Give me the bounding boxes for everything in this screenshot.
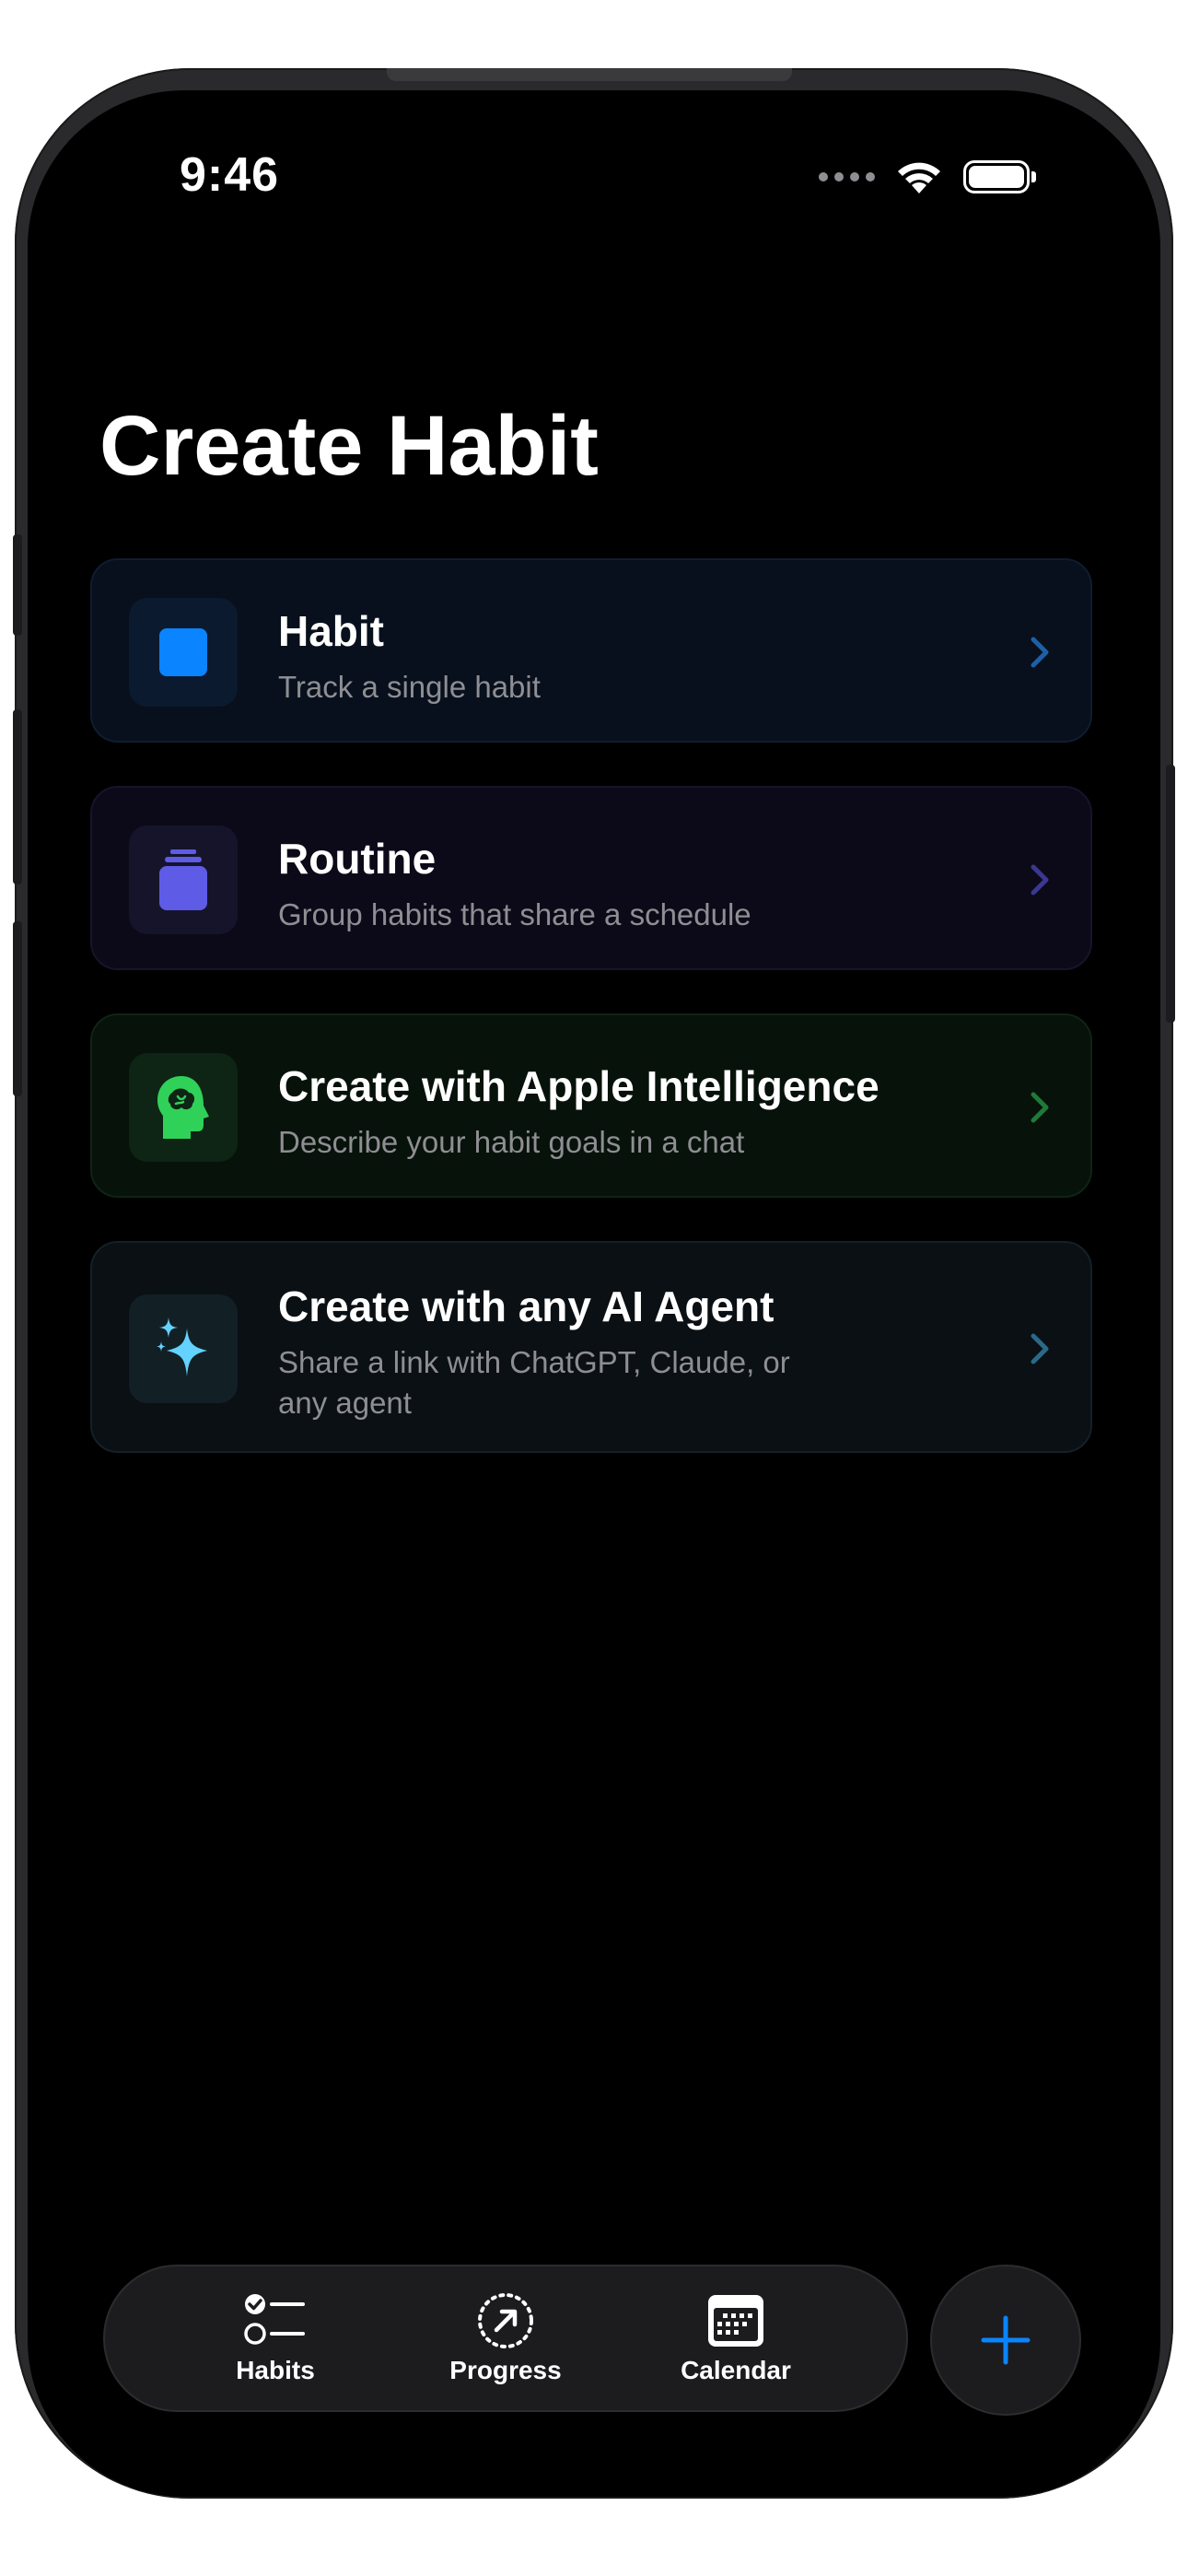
tab-progress[interactable]: Progress [413,2291,598,2385]
tab-progress-label: Progress [449,2356,562,2384]
checklist-icon [244,2294,305,2345]
option-apple-intelligence-icon-box [129,1053,238,1162]
option-habit-subtitle: Track a single habit [278,670,541,704]
plus-icon [981,2315,1031,2365]
chevron-right-icon [1031,1092,1049,1123]
calendar-icon [708,2295,763,2347]
status-time: 9:46 [180,148,280,202]
stack-icon [159,849,207,910]
tab-habits[interactable]: Habits [183,2291,367,2385]
status-indicators [819,158,1036,195]
battery-icon [963,160,1036,193]
option-habit-title: Habit [278,607,384,655]
brain-head-icon [157,1076,209,1139]
side-button-volume-down [13,921,22,1096]
option-habit-icon-box [129,598,238,707]
progress-arrow-icon [478,2293,533,2348]
side-button-power [1166,765,1175,1023]
option-ai-agent[interactable]: Create with any AI Agent Share a link wi… [90,1241,1092,1453]
chevron-right-icon [1031,1333,1049,1364]
chevron-right-icon [1031,864,1049,896]
side-button-volume-up [13,709,22,884]
tab-habits-label: Habits [236,2356,315,2384]
option-ai-agent-subtitle: Share a link with ChatGPT, Claude, or an… [278,1345,790,1420]
option-apple-intelligence-subtitle: Describe your habit goals in a chat [278,1125,745,1159]
option-routine-subtitle: Group habits that share a schedule [278,897,751,931]
tab-bar: Habits Progress Calendar [103,2265,908,2412]
option-apple-intelligence[interactable]: Create with Apple Intelligence Describe … [90,1013,1092,1198]
square-icon [159,628,207,676]
option-ai-agent-icon-box [129,1294,238,1403]
chevron-right-icon [1031,637,1049,668]
option-ai-agent-title: Create with any AI Agent [278,1282,775,1330]
tab-calendar[interactable]: Calendar [644,2291,828,2385]
page-title: Create Habit [99,399,599,493]
top-bezel [387,68,792,81]
wifi-icon [898,162,940,193]
option-routine-title: Routine [278,835,437,883]
cellular-signal-icon [819,172,875,181]
side-button-action [13,534,22,636]
add-button[interactable] [930,2265,1081,2416]
tab-calendar-label: Calendar [681,2356,791,2384]
option-apple-intelligence-title: Create with Apple Intelligence [278,1062,879,1110]
option-habit[interactable]: Habit Track a single habit [90,558,1092,743]
option-routine-icon-box [129,825,238,934]
option-routine[interactable]: Routine Group habits that share a schedu… [90,786,1092,970]
sparkles-icon [157,1317,207,1376]
